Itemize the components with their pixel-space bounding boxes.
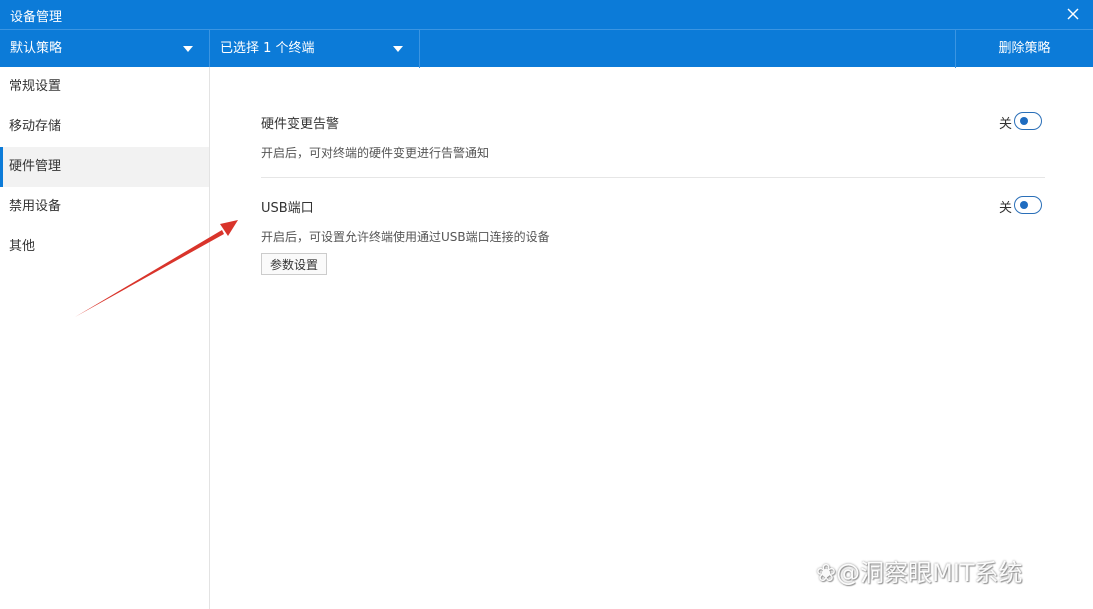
sidebar-item-hardware-management[interactable]: 硬件管理 [0,147,209,187]
sidebar-item-other[interactable]: 其他 [0,227,209,267]
paw-icon: ❀ [816,559,837,587]
setting-description: 开启后，可设置允许终端使用通过USB端口连接的设备 [261,230,550,244]
sidebar-item-removable-storage[interactable]: 移动存储 [0,107,209,147]
toggle-knob [1020,201,1028,209]
close-icon [1067,8,1079,20]
usb-port-toggle[interactable] [1014,196,1042,214]
window-title: 设备管理 [10,10,63,25]
policy-dropdown[interactable]: 默认策略 [0,30,210,68]
arrow-head [220,220,238,236]
parameter-settings-button[interactable]: 参数设置 [261,253,327,275]
sidebar: 常规设置 移动存储 硬件管理 禁用设备 其他 [0,67,210,609]
watermark-brand: 洞察眼MIT系统 [860,559,1023,587]
toggle-state-label: 关 [998,201,1012,216]
setting-title: 硬件变更告警 [261,117,340,132]
terminal-dropdown-value: 已选择 1 个终端 [220,41,315,56]
delete-policy-button[interactable]: 删除策略 [955,30,1093,68]
title-bar: 设备管理 [0,0,1093,29]
setting-title: USB端口 [261,201,314,216]
setting-description: 开启后，可对终端的硬件变更进行告警通知 [261,146,490,160]
sidebar-item-disabled-devices[interactable]: 禁用设备 [0,187,209,227]
toggle-knob [1020,117,1028,125]
policy-dropdown-value: 默认策略 [10,41,63,56]
hardware-alert-toggle[interactable] [1014,112,1042,130]
watermark: ❀@洞察眼MIT系统 [816,553,1023,588]
device-management-window: 设备管理 默认策略 已选择 1 个终端 删除策略 常规设置 移动存储 硬件管理 … [0,0,1093,609]
sidebar-item-general[interactable]: 常规设置 [0,67,209,107]
watermark-text: @ [836,559,861,587]
close-button[interactable] [1063,4,1083,24]
terminal-dropdown[interactable]: 已选择 1 个终端 [210,30,420,68]
divider [261,177,1045,178]
chevron-down-icon [183,46,193,52]
toolbar: 默认策略 已选择 1 个终端 删除策略 [0,29,1093,68]
chevron-down-icon [393,46,403,52]
toggle-state-label: 关 [998,117,1012,132]
